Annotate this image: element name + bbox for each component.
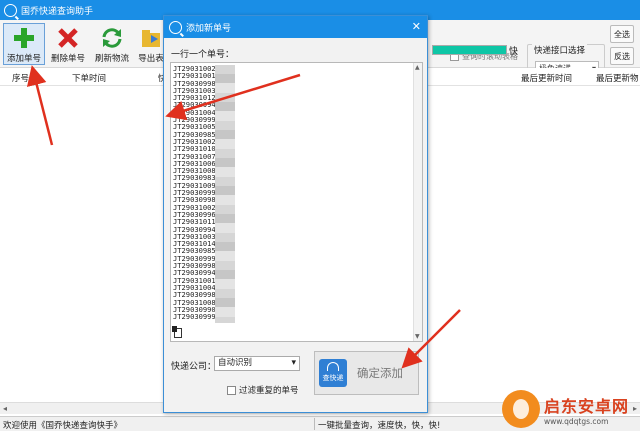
watermark-logo-icon [502, 390, 540, 428]
filter-duplicates-label: 过滤重复的单号 [239, 386, 299, 396]
one-per-line-hint: 一行一个单号： [171, 50, 235, 60]
delete-number-label: 删除单号 [50, 54, 85, 64]
col-index[interactable]: 序号 [12, 72, 29, 84]
status-welcome: 欢迎使用《国乔快递查询快手》 [3, 421, 123, 431]
invert-select-button[interactable]: 反选 [610, 47, 634, 65]
add-number-label: 添加单号 [6, 54, 41, 64]
confirm-add-button[interactable]: 查快递 确定添加 [314, 351, 419, 395]
interface-select-title: 快递接口选择 [532, 44, 588, 56]
company-select[interactable]: 自动识别 [214, 356, 300, 371]
filter-duplicates-option[interactable]: 过滤重复的单号 [227, 384, 299, 396]
query-express-logo-icon: 查快递 [319, 359, 347, 387]
add-number-dialog: 添加新单号 ✕ 一行一个单号： JT29031002 JT29031001 JT29… [163, 15, 428, 413]
dialog-search-icon [169, 20, 182, 34]
dialog-title-text: 添加新单号 [186, 23, 232, 34]
filter-duplicates-checkbox[interactable] [227, 385, 236, 395]
refresh-logistics-label: 刷新物流 [94, 54, 129, 64]
col-last-update-time[interactable]: 最后更新时间 [521, 72, 572, 84]
site-watermark: 启东安卓网 www.qdqtgs.com [502, 390, 629, 428]
scroll-left-arrow-icon[interactable]: ◂ [3, 404, 7, 413]
delete-number-button[interactable]: 删除单号 [47, 23, 89, 65]
export-table-label: 导出表 [138, 54, 164, 64]
main-title-text: 国乔快递查询助手 [21, 6, 94, 17]
folder-export-icon [142, 30, 160, 47]
col-order-time[interactable]: 下单时间 [72, 72, 106, 84]
tracking-numbers-list: JT29031002 JT29031001 JT29030998 JT29031003… [173, 65, 216, 322]
plus-icon [14, 28, 34, 48]
tracking-number-line: JT29030999 [173, 312, 216, 322]
status-slogan: 一键批量查询，速度快，快，快! [318, 421, 441, 431]
redacted-region [215, 65, 235, 323]
status-divider [314, 418, 315, 430]
watermark-name: 启东安卓网 [544, 396, 630, 416]
company-label: 快递公司： [171, 362, 217, 372]
textarea-scrollbar[interactable]: ▲ ▼ [413, 63, 422, 341]
delete-x-icon [58, 28, 78, 48]
screen: 国乔快递查询助手 添加单号 删除单号 刷新物流 导出表 查询时滚动表格 快递接口… [0, 0, 640, 431]
tracking-numbers-textarea[interactable]: JT29031002 JT29031001 JT29030998 JT29031003… [170, 62, 423, 342]
query-express-badge-text: 查快递 [322, 373, 344, 382]
select-all-button[interactable]: 全选 [610, 25, 634, 43]
app-search-icon [4, 3, 17, 17]
col-last-update-logistics[interactable]: 最后更新物 [596, 72, 639, 84]
watermark-url: www.qdqtgs.com [544, 416, 609, 426]
text-cursor-icon [172, 326, 182, 338]
confirm-add-label: 确定添加 [357, 366, 403, 380]
query-progress-bar [432, 45, 507, 55]
add-number-button[interactable]: 添加单号 [3, 23, 45, 65]
refresh-icon [102, 28, 122, 48]
close-icon[interactable]: ✕ [412, 20, 421, 33]
refresh-logistics-button[interactable]: 刷新物流 [91, 23, 133, 65]
speed-label: 快 [509, 47, 519, 57]
scroll-up-arrow-icon[interactable]: ▲ [415, 64, 420, 71]
scroll-right-arrow-icon[interactable]: ▸ [633, 404, 637, 413]
dialog-title-bar[interactable]: 添加新单号 ✕ [164, 16, 427, 38]
scroll-down-arrow-icon[interactable]: ▼ [415, 333, 420, 340]
